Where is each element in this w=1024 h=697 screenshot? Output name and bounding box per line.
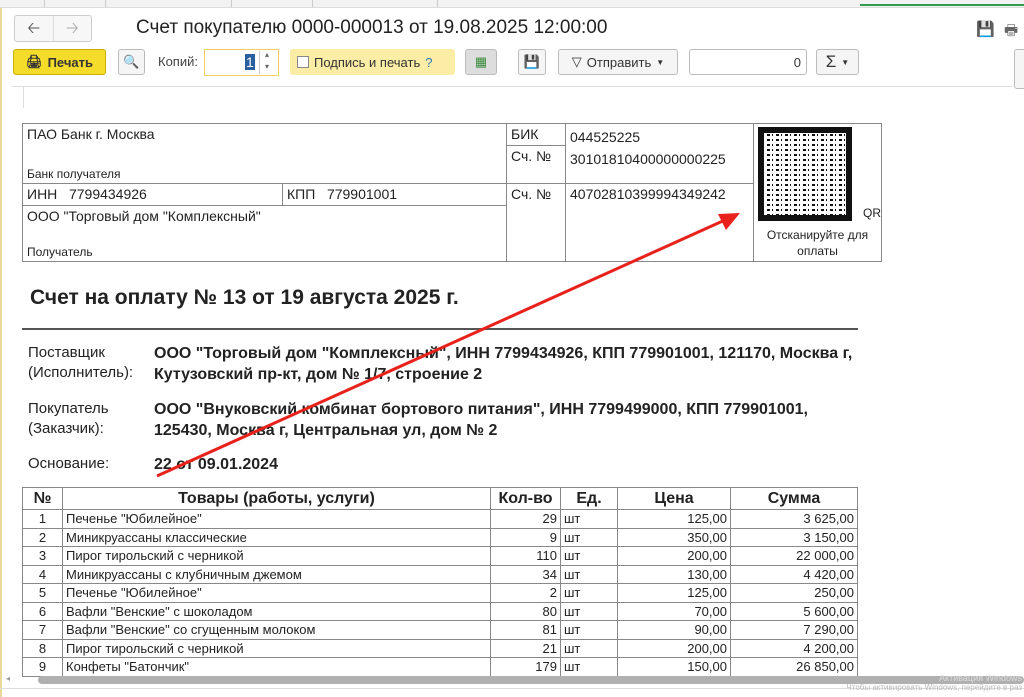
scroll-left-icon[interactable]: ◂ <box>6 674 10 683</box>
windows-watermark: Активация Windows Чтобы активировать Wind… <box>846 673 1022 692</box>
annotation-arrow <box>156 213 740 478</box>
